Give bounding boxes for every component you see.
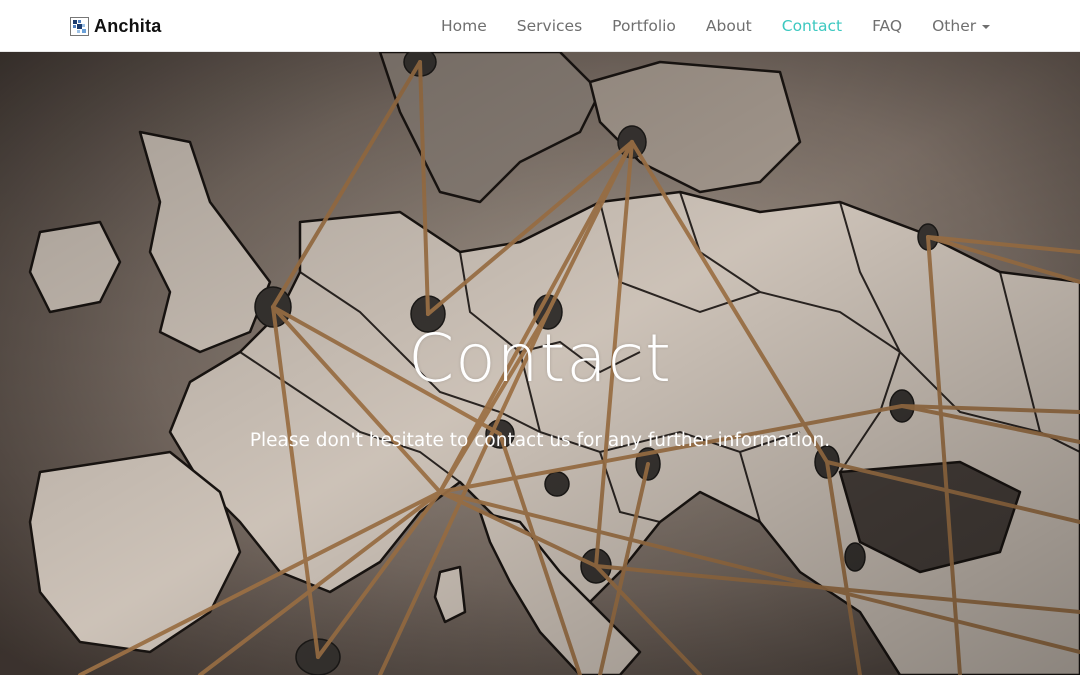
nav-item-label: Services xyxy=(516,17,583,35)
nav-item-label: Other xyxy=(932,17,977,35)
hero-section: Contact Please don't hesitate to contact… xyxy=(0,52,1080,675)
nav-item-label: Contact xyxy=(781,17,843,35)
nav-item-label: Home xyxy=(441,17,487,35)
nav-item-services[interactable]: Services xyxy=(502,17,597,35)
page-subtitle: Please don't hesitate to contact us for … xyxy=(249,430,831,451)
nav-item-label: Portfolio xyxy=(612,17,676,35)
navbar: Anchita Home Services Portfolio About Co… xyxy=(0,0,1080,52)
nav-item-label: About xyxy=(705,17,752,35)
nav-item-home[interactable]: Home xyxy=(426,17,502,35)
main-nav: Home Services Portfolio About Contact FA… xyxy=(426,0,1005,52)
anchita-logo-icon xyxy=(70,16,89,36)
caret-down-icon xyxy=(982,25,991,29)
nav-item-portfolio[interactable]: Portfolio xyxy=(597,17,691,35)
nav-item-about[interactable]: About xyxy=(691,17,767,35)
page-title: Contact xyxy=(408,320,672,397)
nav-item-contact[interactable]: Contact xyxy=(767,17,857,35)
brand-name: Anchita xyxy=(94,15,162,36)
nav-item-other-dropdown[interactable]: Other xyxy=(917,17,1005,35)
nav-item-faq[interactable]: FAQ xyxy=(857,17,917,35)
nav-item-label: FAQ xyxy=(872,17,903,35)
brand-link[interactable]: Anchita xyxy=(70,16,161,36)
